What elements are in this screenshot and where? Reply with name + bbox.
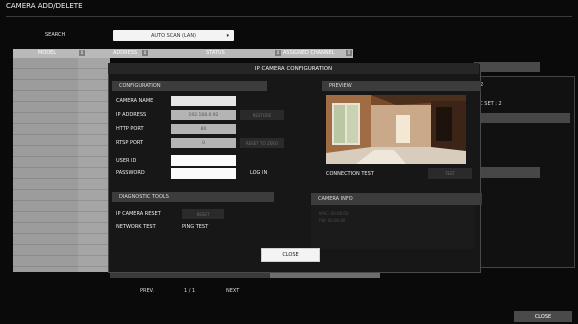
ip-restore-button[interactable]: RESTORE <box>240 110 284 120</box>
column-assigned-channel[interactable]: ASSIGNED CHANNEL <box>283 50 335 56</box>
preview-header: PREVIEW <box>322 81 481 91</box>
dialog-close-button[interactable]: CLOSE <box>261 248 320 262</box>
rtsp-port-field[interactable]: 0 <box>171 138 236 148</box>
column-status[interactable]: STATUS <box>206 50 225 56</box>
connection-test-label: CONNECTION TEST <box>326 171 374 177</box>
sort-model-icon[interactable]: ⇳ <box>79 50 85 56</box>
configuration-header: CONFIGURATION <box>112 81 267 91</box>
ip-address-field[interactable]: 192.168.0.92 <box>171 110 236 120</box>
camera-info-line2: FW: 00.00.00 <box>319 218 346 223</box>
page-indicator: 1 / 1 <box>184 288 196 294</box>
network-test-label: NETWORK TEST <box>116 224 156 230</box>
prev-page-button[interactable]: PREV. <box>140 288 154 294</box>
ip-address-label: IP ADDRESS <box>116 112 147 118</box>
camera-reset-button[interactable]: RESET <box>182 209 224 219</box>
diagnostic-tools-header: DIAGNOSTIC TOOLS <box>112 192 274 202</box>
http-port-field[interactable]: 80 <box>171 124 236 134</box>
channel-panel-mid-button[interactable] <box>474 113 570 123</box>
table-header: MODEL ⇳ ADDRESS ⇳ STATUS ⇳ ASSIGNED CHAN… <box>13 49 353 58</box>
table-rows-address <box>78 58 110 272</box>
camera-info-panel: MAC: 00:00:00 FW: 00.00.00 <box>311 205 475 249</box>
login-button[interactable]: LOG IN <box>250 170 267 176</box>
sort-assigned-channel-icon[interactable]: ⇳ <box>346 50 352 56</box>
chevron-down-icon: ▾ <box>226 33 229 39</box>
camera-preview-frame <box>326 95 466 164</box>
window-title: CAMERA ADD/DELETE <box>6 2 83 10</box>
table-rows-model <box>13 58 78 272</box>
camera-preview-image <box>326 95 466 164</box>
ping-test-button[interactable]: PING TEST <box>182 224 208 230</box>
camera-name-field[interactable] <box>171 96 236 106</box>
close-button[interactable]: CLOSE <box>514 311 572 322</box>
column-model[interactable]: MODEL <box>38 50 56 56</box>
search-select-value: AUTO SCAN (LAN) <box>150 32 197 39</box>
rtsp-port-label: RTSP PORT <box>116 140 144 146</box>
search-label: SEARCH <box>45 32 66 38</box>
password-field[interactable] <box>171 168 236 179</box>
camera-info-header: CAMERA INFO <box>311 193 482 205</box>
http-port-label: HTTP PORT <box>116 126 144 132</box>
search-select[interactable]: AUTO SCAN (LAN) ▾ <box>113 30 234 41</box>
next-page-button[interactable]: NEXT <box>226 288 239 294</box>
user-id-field[interactable] <box>171 155 236 166</box>
camera-info-line1: MAC: 00:00:00 <box>319 211 349 216</box>
channel-panel-top-button[interactable] <box>474 62 540 72</box>
title-divider <box>6 16 572 17</box>
camera-name-label: CAMERA NAME <box>116 98 154 104</box>
password-label: PASSWORD <box>116 170 145 176</box>
channel-panel-low-button[interactable] <box>474 167 540 178</box>
ip-camera-reset-label: IP CAMERA RESET <box>116 211 161 217</box>
connection-test-button[interactable]: TEST <box>428 168 472 179</box>
column-address[interactable]: ADDRESS <box>113 50 137 56</box>
sort-status-icon[interactable]: ⇳ <box>275 50 281 56</box>
sort-address-icon[interactable]: ⇳ <box>142 50 148 56</box>
rtsp-reset-button[interactable]: RESET TO ZERO <box>240 138 284 148</box>
dialog-title: IP CAMERA CONFIGURATION <box>108 63 479 74</box>
user-id-label: USER ID <box>116 158 137 164</box>
